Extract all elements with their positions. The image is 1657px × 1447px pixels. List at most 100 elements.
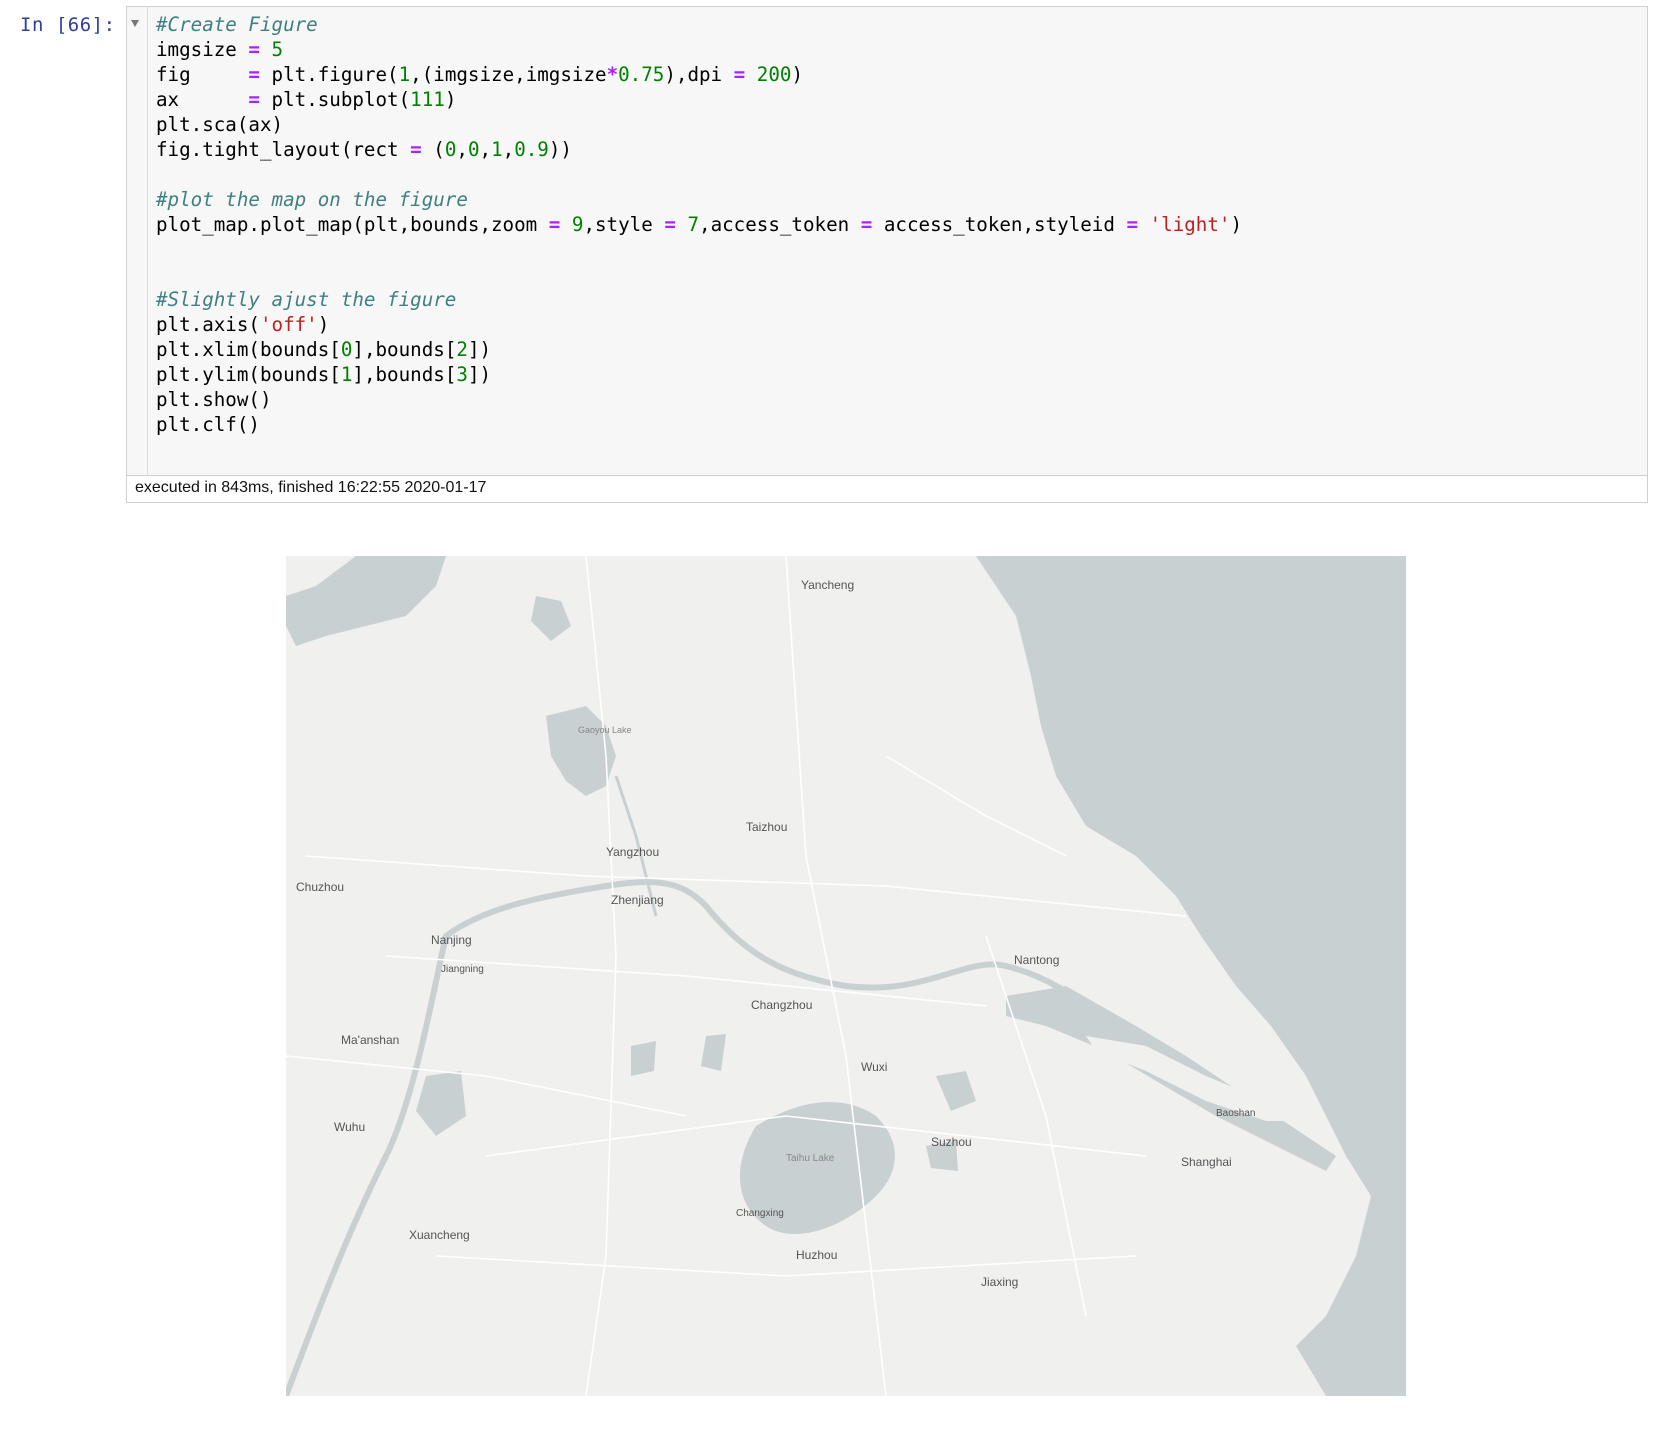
code-token: ],bounds[ [352, 363, 457, 386]
label-huzhou: Huzhou [796, 1248, 837, 1262]
code-token: ),dpi [664, 63, 734, 86]
code-token: = [664, 213, 676, 236]
label-yangzhou: Yangzhou [606, 845, 659, 859]
code-token: 5 [271, 38, 284, 61]
label-baoshan: Baoshan [1216, 1108, 1255, 1119]
code-line: plt.axis('off') [156, 312, 1242, 337]
code-token: ) [444, 88, 457, 111]
code-token: plt.sca(ax) [156, 113, 284, 136]
code-token: plt.xlim(bounds[ [156, 338, 341, 361]
label-gaoyou: Gaoyou Lake [578, 725, 632, 735]
code-editor[interactable]: #Create Figure imgsize = 5 fig = plt.figur… [156, 12, 1242, 437]
label-xuancheng: Xuancheng [409, 1228, 470, 1242]
code-token: #Create Figure [156, 13, 318, 36]
code-line: #plot the map on the figure [156, 187, 1242, 212]
map-figure: Yancheng Taizhou Yangzhou Zhenjiang Chuz… [286, 556, 1406, 1396]
code-token: ax [156, 88, 249, 111]
label-yancheng: Yancheng [801, 578, 854, 592]
code-token: 0 [444, 138, 457, 161]
code-token: ( [421, 138, 445, 161]
code-token: , [479, 138, 492, 161]
input-prompt: In [66]: [20, 14, 116, 36]
label-wuhu: Wuhu [334, 1120, 365, 1134]
code-token: #plot the map on the figure [156, 188, 468, 211]
label-wuxi: Wuxi [861, 1060, 887, 1074]
code-token: 0.75 [618, 63, 665, 86]
code-token: * [606, 63, 619, 86]
code-token: 1 [491, 138, 503, 161]
code-token: 111 [410, 88, 445, 111]
code-token: imgsize [156, 38, 249, 61]
code-line: plot_map.plot_map(plt,bounds,zoom = 9,st… [156, 212, 1242, 237]
code-token: access_token,styleid [872, 213, 1127, 236]
label-nanjing: Nanjing [431, 933, 472, 947]
code-token: ]) [467, 338, 492, 361]
code-token: = [860, 213, 873, 236]
code-line: plt.xlim(bounds[0],bounds[2]) [156, 337, 1242, 362]
label-shanghai: Shanghai [1181, 1155, 1232, 1169]
code-token: fig [156, 63, 249, 86]
code-token: , [502, 138, 515, 161]
code-token: plt.subplot( [259, 88, 411, 111]
code-token: 2 [456, 338, 468, 361]
gucheng-lake [631, 1041, 656, 1076]
label-maanshan: Ma'anshan [341, 1033, 399, 1047]
code-line: fig = plt.figure(1,(imgsize,imgsize*0.75… [156, 62, 1242, 87]
code-token: plt.show() [156, 388, 272, 411]
label-jiaxing: Jiaxing [981, 1275, 1018, 1289]
label-taihu: Taihu Lake [786, 1153, 835, 1164]
code-token: 1 [398, 63, 411, 86]
label-taizhou: Taizhou [746, 820, 787, 834]
code-token: ) [1230, 213, 1243, 236]
code-token: 'light' [1149, 213, 1231, 236]
code-token: plt.clf() [156, 413, 260, 436]
code-token: 9 [571, 213, 584, 236]
code-token: = [733, 63, 746, 86]
collapse-toggle-icon[interactable] [131, 20, 139, 27]
code-token: plt.axis( [156, 313, 260, 336]
code-token: plt.figure( [259, 63, 399, 86]
code-token: ,access_token [699, 213, 861, 236]
code-token: 'off' [259, 313, 318, 336]
code-line: #Create Figure [156, 12, 1242, 37]
code-token: ,style [583, 213, 665, 236]
code-token: = [248, 88, 260, 111]
code-line: plt.ylim(bounds[1],bounds[3]) [156, 362, 1242, 387]
code-token: #Slightly ajust the figure [156, 288, 457, 311]
code-token: fig.tight_layout(rect [156, 138, 411, 161]
label-chuzhou: Chuzhou [296, 880, 344, 894]
map-output: Yancheng Taizhou Yangzhou Zhenjiang Chuz… [286, 556, 1406, 1396]
code-line: fig.tight_layout(rect = (0,0,1,0.9)) [156, 137, 1242, 162]
code-token: ) [791, 63, 803, 86]
code-token: plot_map.plot_map(plt,bounds,zoom [156, 213, 549, 236]
code-token: ,(imgsize,imgsize [410, 63, 607, 86]
code-line: #Slightly ajust the figure [156, 287, 1242, 312]
code-line: ax = plt.subplot(111) [156, 87, 1242, 112]
code-token: ) [317, 313, 330, 336]
label-suzhou: Suzhou [931, 1135, 972, 1149]
code-token: 200 [756, 63, 792, 86]
code-token: 3 [456, 363, 468, 386]
execution-info: executed in 843ms, finished 16:22:55 202… [126, 476, 1648, 503]
code-token: = [1126, 213, 1139, 236]
code-token: 7 [687, 213, 700, 236]
code-token: plt.ylim(bounds[ [156, 363, 341, 386]
label-changxing: Changxing [736, 1208, 784, 1219]
code-token: 0 [340, 338, 353, 361]
code-token: , [456, 138, 468, 161]
code-line: plt.show() [156, 387, 1242, 412]
code-token: 0.9 [514, 138, 549, 161]
code-line: plt.sca(ax) [156, 112, 1242, 137]
code-token: 0 [467, 138, 480, 161]
code-line: imgsize = 5 [156, 37, 1242, 62]
code-token: ],bounds[ [352, 338, 457, 361]
code-token: 1 [340, 363, 353, 386]
label-jiangning: Jiangning [441, 964, 484, 975]
cell-gutter [126, 6, 148, 476]
